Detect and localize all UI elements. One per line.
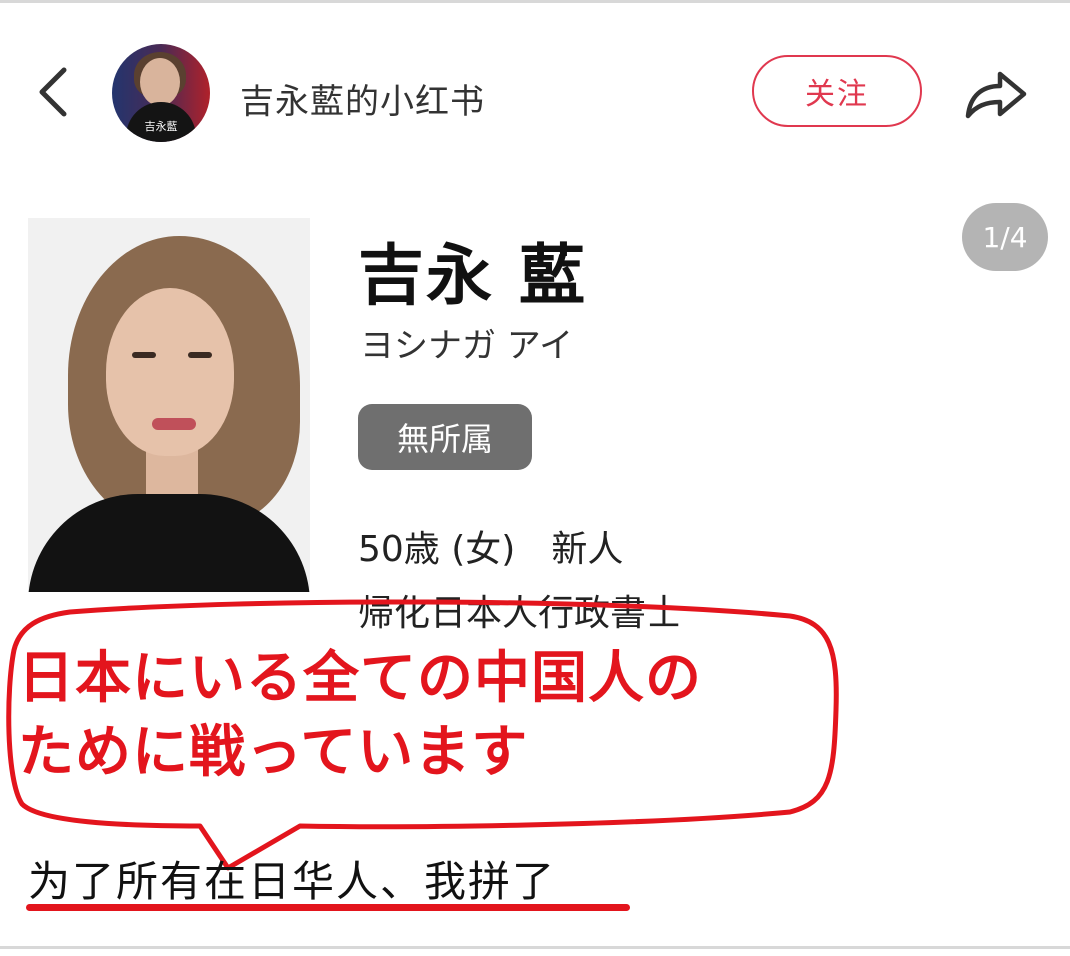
candidate-kana: ヨシナガ アイ (360, 326, 574, 366)
chevron-left-icon (39, 67, 67, 117)
photo-lips (152, 418, 196, 430)
post-caption: 为了所有在日华人、我拼了 (28, 857, 557, 906)
caption-underline (26, 904, 630, 911)
avatar-face (140, 58, 180, 106)
candidate-photo (28, 218, 310, 592)
share-button[interactable] (958, 62, 1032, 126)
annotation-text: 日本にいる全ての中国人の ために戦っています (18, 642, 838, 790)
avatar[interactable]: 吉永藍 (112, 44, 210, 142)
follow-button[interactable]: 关注 (752, 55, 922, 127)
annotation-line-1: 日本にいる全ての中国人の (18, 646, 702, 711)
back-button[interactable] (30, 62, 80, 122)
age-status-line: 50歳 (女) 新人 (358, 529, 624, 570)
photo-eye-right (188, 352, 212, 358)
photo-body (28, 494, 310, 592)
account-name[interactable]: 吉永藍的小红书 (240, 74, 485, 123)
bottom-border (0, 946, 1070, 949)
share-arrow-icon (965, 71, 1027, 119)
avatar-caption: 吉永藍 (144, 120, 178, 133)
party-badge: 無所属 (358, 404, 532, 470)
annotation-line-2: ために戦っています (18, 720, 529, 785)
photo-eye-left (132, 352, 156, 358)
top-border (0, 0, 1070, 3)
photo-face (106, 288, 234, 456)
page-indicator: 1/4 (962, 203, 1048, 271)
candidate-name: 吉永 藍 (358, 237, 587, 314)
